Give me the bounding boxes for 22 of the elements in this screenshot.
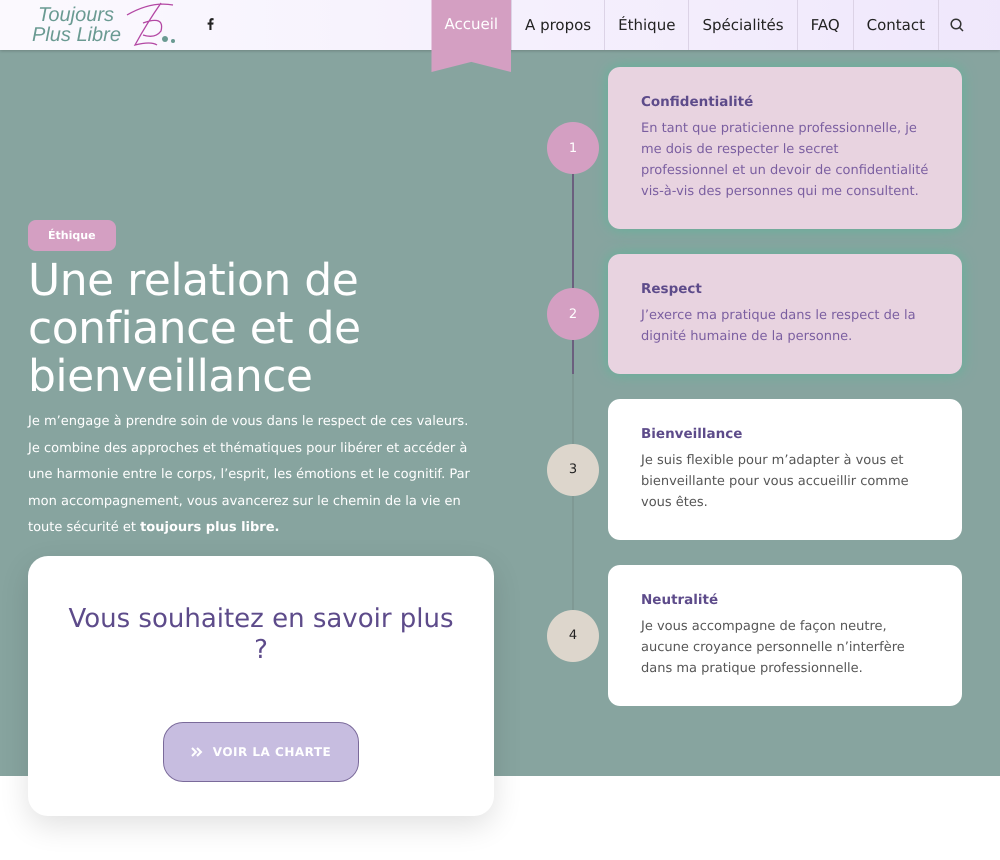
card-text: J’exerce ma pratique dans le respect de la dignité humaine de la personne. — [641, 307, 917, 346]
intro-paragraph: Je m’engage à prendre soin de vous dans le respect de ces valeurs. — [28, 413, 470, 431]
card-title: Confidentialité — [641, 94, 754, 110]
step-number: 4 — [547, 610, 599, 662]
intro-paragraph: Je combine des approches et thématiques pour libérer et accéder à une harmonie entre le corps, l’esprit, les émotions et le cognitif. Par mon accompagnement, vous avancerez sur le chemin de la vie en toute sécurité et toujours plus libre. — [28, 440, 471, 537]
card-title: Bienveillance — [641, 426, 744, 442]
step-number: 2 — [547, 288, 599, 340]
card-text: Je vous accompagne de façon neutre, aucune croyance personnelle n’interfère dans ma pratique professionnelle. — [641, 618, 906, 678]
step-number: 1 — [547, 122, 599, 174]
hero-title: Une relation de confiance et de bienveillance — [28, 257, 362, 401]
card-text: Je suis flexible pour m’adapter à vous et bienveillante pour vous accueillir comme vous êtes. — [641, 452, 910, 512]
cta-title: Vous souhaitez en savoir plus ? — [68, 604, 454, 666]
double-chevron-icon — [190, 746, 203, 756]
search-icon — [950, 18, 964, 32]
logo-text: Plus Libre — [32, 25, 121, 45]
logo-text: Toujours — [37, 5, 115, 25]
facebook-icon[interactable] — [206, 18, 214, 30]
step-number: 3 — [547, 444, 599, 496]
category-badge: Éthique — [28, 220, 116, 251]
card-title: Respect — [641, 281, 703, 297]
card-text: En tant que praticienne professionnelle, je me dois de respecter le secret professionnel et un devoir de confidentialité vis-à-vis des personnes qui me consultent. — [641, 120, 929, 201]
card-title: Neutralité — [641, 592, 720, 608]
